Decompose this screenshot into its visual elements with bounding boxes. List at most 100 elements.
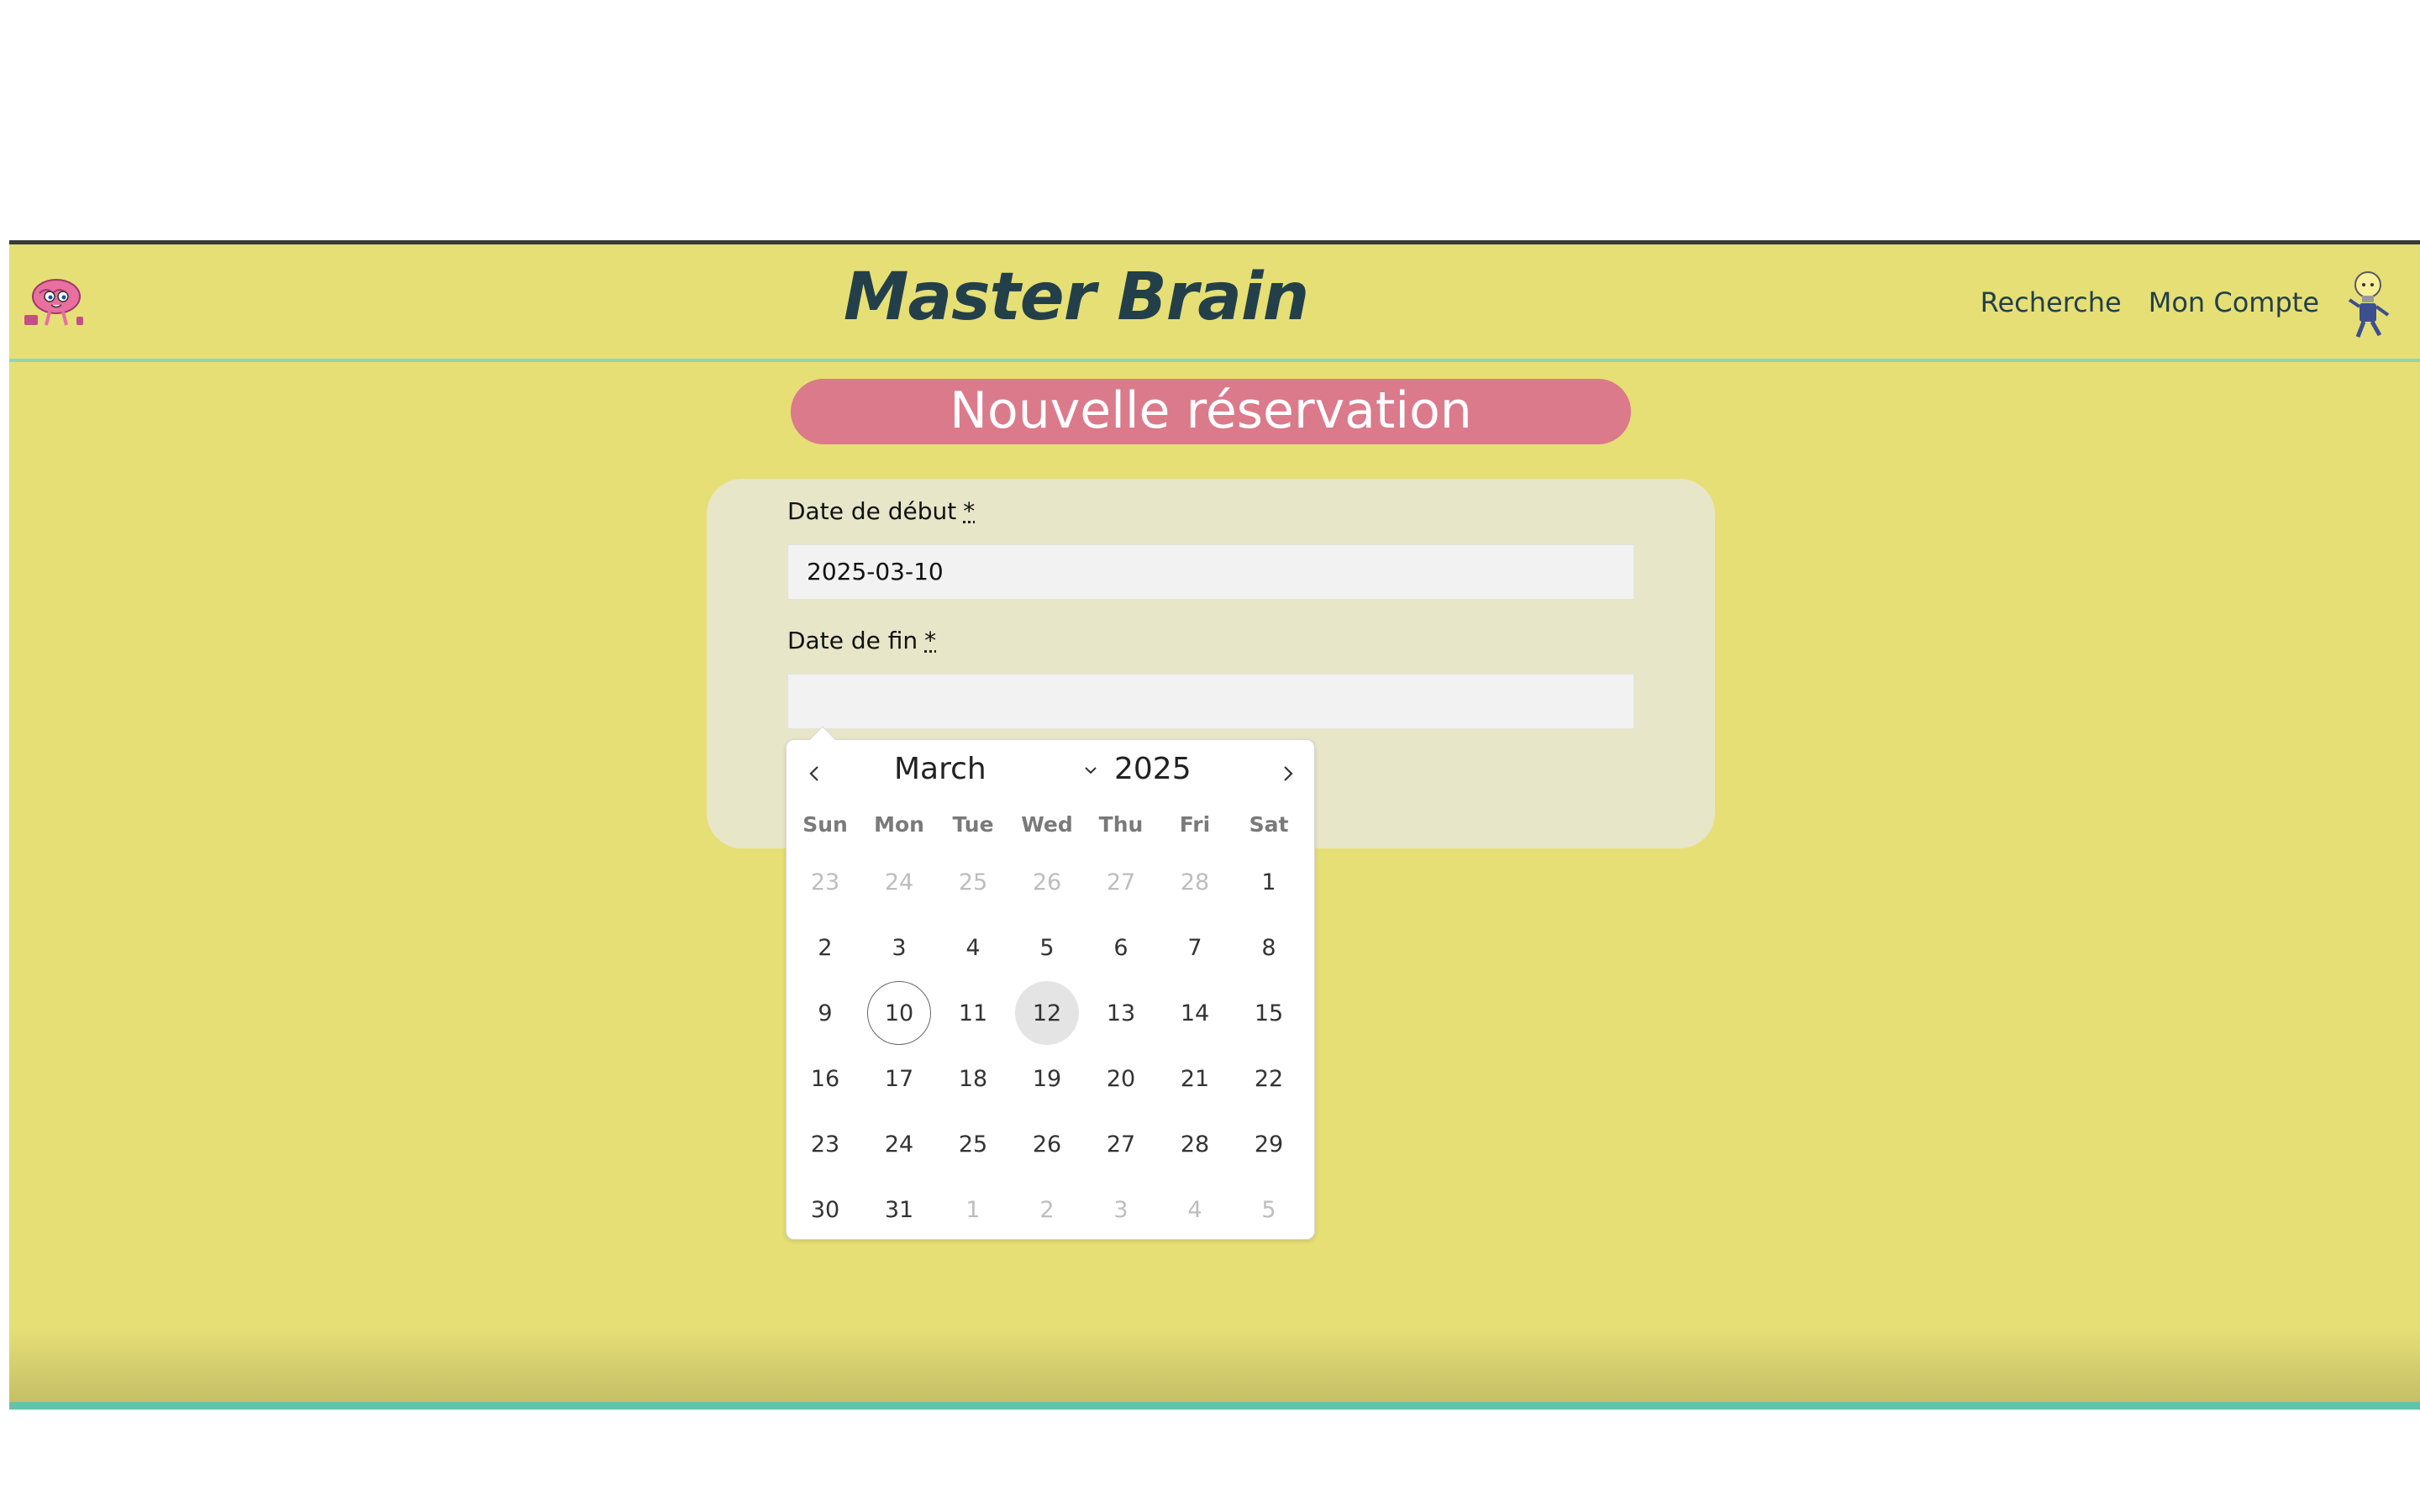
calendar-day-number: 1	[1261, 869, 1276, 895]
calendar-day-number: 31	[884, 1196, 914, 1223]
bottom-shadow	[9, 1327, 2420, 1403]
calendar-day-number: 7	[1187, 934, 1202, 961]
calendar-day[interactable]: 24	[862, 1111, 936, 1177]
calendar-day-number: 6	[1113, 934, 1128, 961]
weekday-label: Wed	[1021, 812, 1073, 837]
calendar-day-number: 28	[1180, 869, 1210, 895]
main-nav: Recherche Mon Compte	[1981, 286, 2319, 318]
calendar-day[interactable]: 23	[788, 849, 862, 915]
app-window: Master Brain Recherche Mon Compte Nouvel…	[9, 240, 2420, 1410]
calendar-day-number: 4	[965, 934, 981, 961]
calendar-day-number: 5	[1261, 1196, 1276, 1223]
end-date-label-text: Date de fin	[787, 627, 918, 654]
calendar-day[interactable]: 22	[1232, 1046, 1306, 1111]
calendar-days-grid: 23 24 25 26 27 28 1 2 3 4 5 6 7 8 9 10 11 12 13 14 15 16 17 18 1…	[788, 849, 1306, 1242]
calendar-day[interactable]: 4	[936, 915, 1010, 980]
calendar-day-number: 18	[958, 1065, 988, 1092]
calendar-day[interactable]: 9	[788, 980, 862, 1046]
calendar-day[interactable]: 3	[1084, 1177, 1158, 1242]
calendar-day-number: 8	[1261, 934, 1276, 961]
calendar-day[interactable]: 11	[936, 980, 1010, 1046]
calendar-day[interactable]: 14	[1158, 980, 1232, 1046]
month-select[interactable]: March	[894, 752, 986, 786]
calendar-day[interactable]: 15	[1232, 980, 1306, 1046]
calendar-day-number: 13	[1106, 1000, 1136, 1026]
chevron-down-icon[interactable]	[1081, 760, 1101, 780]
calendar-day[interactable]: 28	[1158, 849, 1232, 915]
calendar-day[interactable]: 6	[1084, 915, 1158, 980]
calendar-day-selected[interactable]: 10	[862, 980, 936, 1046]
calendar-day-number: 21	[1180, 1065, 1210, 1092]
calendar-day-number: 15	[1254, 1000, 1284, 1026]
calendar-day[interactable]: 4	[1158, 1177, 1232, 1242]
prev-month-button[interactable]	[798, 757, 832, 790]
year-input[interactable]: 2025	[1114, 752, 1192, 786]
calendar-day-number: 1	[965, 1196, 981, 1223]
calendar-day[interactable]: 20	[1084, 1046, 1158, 1111]
weekday-header: Sun Mon Tue Wed Thu Fri Sat	[786, 812, 1314, 837]
calendar-day-number: 22	[1254, 1065, 1284, 1092]
calendar-day-number: 27	[1106, 869, 1136, 895]
calendar-day[interactable]: 16	[788, 1046, 862, 1111]
calendar-day[interactable]: 23	[788, 1111, 862, 1177]
start-date-input[interactable]: 2025-03-10	[787, 544, 1634, 600]
site-header: Master Brain Recherche Mon Compte	[9, 244, 2420, 362]
calendar-day[interactable]: 18	[936, 1046, 1010, 1111]
calendar-day[interactable]: 28	[1158, 1111, 1232, 1177]
calendar-day-number: 24	[884, 869, 914, 895]
calendar-day[interactable]: 25	[936, 849, 1010, 915]
calendar-day[interactable]: 21	[1158, 1046, 1232, 1111]
calendar-day[interactable]: 31	[862, 1177, 936, 1242]
calendar-day[interactable]: 29	[1232, 1111, 1306, 1177]
weekday-label: Thu	[1098, 812, 1144, 837]
date-picker-popup: March 2025 Sun Mon Tue Wed Thu Fri Sat 2…	[786, 726, 1315, 1242]
calendar-day-number: 30	[810, 1196, 840, 1223]
calendar-day[interactable]: 24	[862, 849, 936, 915]
calendar-day[interactable]: 26	[1010, 849, 1084, 915]
lightbulb-character-icon[interactable]	[2341, 268, 2395, 340]
calendar-day-number: 14	[1180, 1000, 1210, 1026]
calendar-day-number: 25	[958, 1131, 988, 1158]
calendar-day-number: 10	[867, 981, 931, 1045]
calendar-day[interactable]: 5	[1010, 915, 1084, 980]
required-marker: *	[963, 497, 976, 525]
calendar-day-number: 28	[1180, 1131, 1210, 1158]
calendar-day[interactable]: 27	[1084, 849, 1158, 915]
calendar-day-number: 17	[884, 1065, 914, 1092]
calendar-day[interactable]: 30	[788, 1177, 862, 1242]
calendar-day-number: 23	[810, 869, 840, 895]
calendar-day-number: 24	[884, 1131, 914, 1158]
calendar-day-number: 3	[892, 934, 907, 961]
next-month-button[interactable]	[1270, 757, 1304, 790]
end-date-label: Date de fin *	[787, 627, 936, 654]
bottom-accent-bar	[9, 1402, 2420, 1410]
calendar-day[interactable]: 2	[1010, 1177, 1084, 1242]
calendar-day-number: 26	[1032, 869, 1062, 895]
calendar-day[interactable]: 2	[788, 915, 862, 980]
calendar-day[interactable]: 5	[1232, 1177, 1306, 1242]
calendar-day[interactable]: 13	[1084, 980, 1158, 1046]
calendar-day-number: 19	[1032, 1065, 1062, 1092]
calendar-day-number: 2	[1039, 1196, 1055, 1223]
calendar-day[interactable]: 1	[936, 1177, 1010, 1242]
calendar-day-number: 12	[1015, 981, 1079, 1045]
calendar-day[interactable]: 17	[862, 1046, 936, 1111]
calendar-day[interactable]: 1	[1232, 849, 1306, 915]
nav-link-mon-compte[interactable]: Mon Compte	[2149, 286, 2319, 318]
weekday-label: Sun	[802, 812, 848, 837]
nav-link-recherche[interactable]: Recherche	[1981, 286, 2122, 318]
calendar-day-number: 26	[1032, 1131, 1062, 1158]
calendar-day[interactable]: 7	[1158, 915, 1232, 980]
calendar-day[interactable]: 27	[1084, 1111, 1158, 1177]
calendar-day[interactable]: 3	[862, 915, 936, 980]
calendar-day-today[interactable]: 12	[1010, 980, 1084, 1046]
calendar-day[interactable]: 19	[1010, 1046, 1084, 1111]
calendar-day[interactable]: 25	[936, 1111, 1010, 1177]
end-date-input[interactable]	[787, 674, 1634, 729]
calendar-day-number: 4	[1187, 1196, 1202, 1223]
calendar-day-number: 3	[1113, 1196, 1128, 1223]
calendar-day-number: 11	[958, 1000, 988, 1026]
chevron-left-icon	[809, 766, 818, 781]
calendar-day[interactable]: 26	[1010, 1111, 1084, 1177]
calendar-day[interactable]: 8	[1232, 915, 1306, 980]
